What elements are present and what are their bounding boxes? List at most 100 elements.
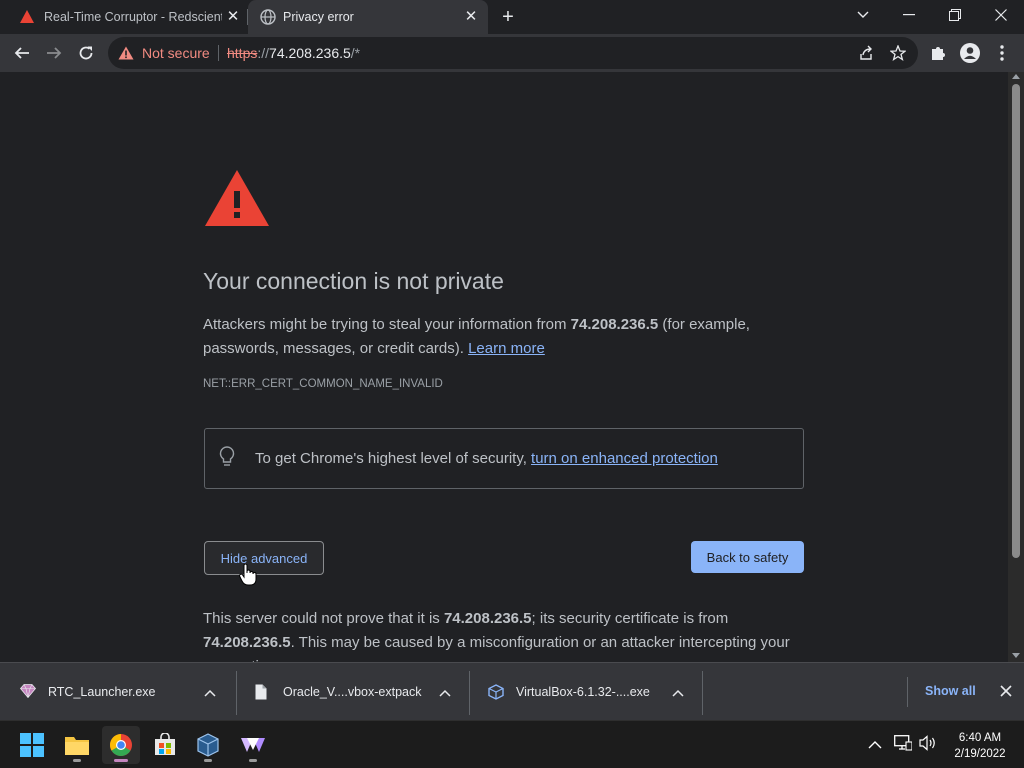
star-icon — [890, 45, 906, 61]
restore-button[interactable] — [932, 0, 978, 30]
file-explorer-taskbar-button[interactable] — [58, 726, 96, 764]
share-button[interactable] — [852, 39, 880, 67]
minimize-icon — [903, 14, 915, 16]
download-shelf: RTC_Launcher.exe Oracle_V....vbox-extpac… — [0, 662, 1024, 720]
puzzle-icon — [932, 47, 945, 60]
enhanced-protection-box: To get Chrome's highest level of securit… — [204, 428, 804, 489]
page-scrollbar[interactable] — [1008, 72, 1024, 662]
chevron-up-icon[interactable] — [439, 684, 451, 702]
scroll-up-arrow-icon[interactable] — [1012, 74, 1020, 79]
volume-icon[interactable] — [919, 735, 937, 756]
start-button[interactable] — [13, 726, 51, 764]
url-separator: :// — [257, 45, 270, 61]
virtualbox-taskbar-button[interactable] — [189, 726, 227, 764]
download-item[interactable]: RTC_Launcher.exe — [0, 663, 234, 721]
file-icon — [255, 684, 267, 705]
gem-icon — [19, 684, 37, 703]
advanced-host: 74.208.236.5 — [443, 610, 532, 627]
tab-search-button[interactable] — [840, 0, 886, 30]
profile-button[interactable] — [956, 39, 984, 67]
hide-advanced-button[interactable]: Hide advanced — [204, 541, 324, 575]
learn-more-link[interactable]: Learn more — [468, 340, 545, 357]
advanced-explanation: This server could not prove that it is 7… — [203, 607, 803, 662]
chrome-icon — [110, 734, 132, 756]
virtualbox-icon — [197, 733, 219, 757]
bookmark-button[interactable] — [884, 39, 912, 67]
protection-text: To get Chrome's highest level of securit… — [255, 450, 718, 467]
intro-text: Attackers might be trying to steal your … — [203, 313, 803, 361]
download-separator — [907, 677, 908, 707]
lightbulb-icon — [219, 446, 235, 473]
chevron-up-icon[interactable] — [204, 684, 216, 702]
advanced-text-part: . This may be caused by a misconfigurati… — [203, 634, 790, 662]
menu-button[interactable] — [988, 39, 1016, 67]
tab-privacy-error[interactable]: Privacy error ✕ — [248, 0, 488, 34]
url-scheme: https — [227, 45, 258, 61]
close-tab-icon[interactable]: ✕ — [224, 8, 242, 26]
download-name: RTC_Launcher.exe — [48, 685, 156, 699]
show-hidden-icons-chevron-icon[interactable] — [868, 737, 882, 755]
download-name: VirtualBox-6.1.32-....exe — [516, 685, 650, 699]
download-separator — [702, 671, 703, 715]
running-indicator — [114, 759, 128, 762]
not-secure-warning-icon[interactable] — [118, 46, 134, 65]
start-icon — [20, 733, 44, 757]
not-secure-label[interactable]: Not secure — [142, 45, 210, 61]
tab-title: Real-Time Corruptor - Redscientist — [44, 10, 222, 24]
tab-real-time-corruptor[interactable]: Real-Time Corruptor - Redscientist ✕ — [8, 0, 248, 34]
warning-triangle-icon — [20, 10, 34, 26]
advanced-text-part: ; its security certificate is from — [531, 610, 729, 627]
browser-toolbar: Not secure https://74.208.236.5/* — [0, 34, 1024, 72]
advanced-text-part: This server could not prove that it is — [203, 610, 444, 627]
error-code: NET::ERR_CERT_COMMON_NAME_INVALID — [203, 378, 443, 390]
globe-icon — [260, 9, 276, 28]
rtc-taskbar-button[interactable] — [234, 726, 272, 764]
windows-taskbar: 6:40 AM 2/19/2022 — [0, 720, 1024, 768]
virtualbox-icon — [488, 684, 504, 705]
enhanced-protection-link[interactable]: turn on enhanced protection — [531, 450, 718, 467]
download-item[interactable]: Oracle_V....vbox-extpack — [235, 663, 469, 721]
chrome-taskbar-button[interactable] — [102, 726, 140, 764]
reload-button[interactable] — [72, 39, 100, 67]
hand-cursor-icon — [239, 563, 257, 591]
back-button[interactable] — [8, 39, 36, 67]
clock-time: 6:40 AM — [958, 732, 1002, 744]
privacy-warning-icon — [203, 168, 271, 233]
page-content: Your connection is not private Attackers… — [0, 72, 1008, 662]
scroll-down-arrow-icon[interactable] — [1012, 653, 1020, 658]
forward-button[interactable] — [40, 39, 68, 67]
profile-icon — [960, 43, 980, 63]
close-window-button[interactable] — [978, 0, 1024, 30]
restore-icon — [949, 9, 961, 21]
running-indicator — [73, 759, 81, 762]
chevron-up-icon[interactable] — [672, 684, 684, 702]
back-to-safety-button[interactable]: Back to safety — [691, 541, 804, 573]
minimize-button[interactable] — [886, 0, 932, 30]
share-icon — [860, 45, 872, 60]
protection-text-part: To get Chrome's highest level of securit… — [255, 450, 532, 467]
intro-text-part: Attackers might be trying to steal your … — [203, 316, 571, 333]
new-tab-button[interactable]: + — [496, 5, 520, 29]
network-icon[interactable] — [894, 735, 913, 756]
arrow-left-icon — [14, 47, 29, 59]
extensions-button[interactable] — [924, 39, 952, 67]
address-separator — [218, 45, 219, 61]
close-tab-icon[interactable]: ✕ — [462, 8, 480, 26]
store-taskbar-button[interactable] — [146, 726, 184, 764]
reload-icon — [79, 46, 93, 60]
intro-host: 74.208.236.5 — [570, 316, 659, 333]
page-title: Your connection is not private — [203, 268, 504, 294]
advanced-host: 74.208.236.5 — [203, 634, 291, 651]
store-icon — [155, 733, 175, 755]
rtc-icon — [241, 738, 265, 752]
address-bar[interactable]: Not secure https://74.208.236.5/* — [108, 37, 918, 69]
show-all-downloads-link[interactable]: Show all — [925, 684, 976, 698]
clock[interactable]: 6:40 AM 2/19/2022 — [944, 730, 1016, 762]
arrow-right-icon — [47, 47, 62, 59]
file-explorer-icon — [65, 737, 89, 755]
close-shelf-icon[interactable] — [997, 682, 1015, 700]
url-host: 74.208.236.5 — [269, 45, 351, 61]
download-item[interactable]: VirtualBox-6.1.32-....exe — [468, 663, 702, 721]
scroll-thumb[interactable] — [1012, 84, 1020, 558]
url-text[interactable]: https://74.208.236.5/* — [227, 45, 360, 61]
